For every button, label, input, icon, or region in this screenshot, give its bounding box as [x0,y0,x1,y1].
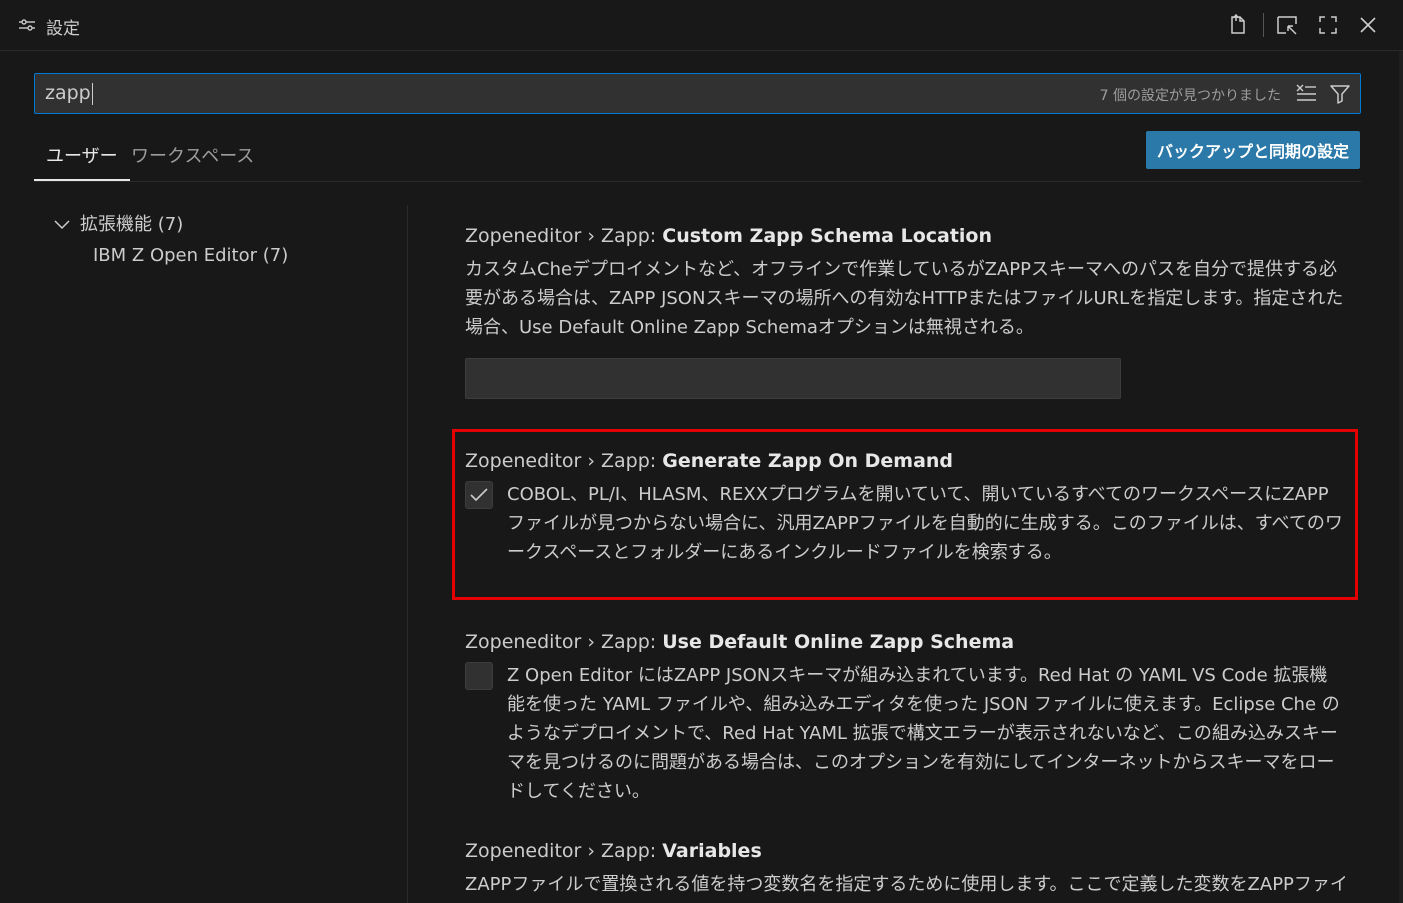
editor-tab-bar: 設定 [0,0,1403,51]
setting-variables: Zopeneditor › Zapp: Variables ZAPPファイルで置… [465,840,1345,899]
toolbar-divider [1263,13,1264,37]
setting-title: Zopeneditor › Zapp: Variables [465,840,762,862]
close-icon[interactable] [1355,12,1381,38]
editor-title[interactable]: 設定 [46,14,80,39]
tab-user[interactable]: ユーザー [34,142,130,181]
filter-icon[interactable] [1328,82,1352,106]
setting-title: Zopeneditor › Zapp: Use Default Online Z… [465,631,1015,653]
use-default-schema-checkbox[interactable] [465,662,493,690]
setting-description: Z Open Editor にはZAPP JSONスキーマが組み込まれています。… [507,665,1340,802]
backup-sync-button[interactable]: バックアップと同期の設定 [1146,131,1360,169]
setting-custom-zapp-schema-location: Zopeneditor › Zapp: Custom Zapp Schema L… [465,225,1345,399]
clear-filter-icon[interactable] [1294,82,1318,104]
chevron-down-icon [54,214,70,235]
setting-description: カスタムCheデプロイメントなど、オフラインで作業しているがZAPPスキーマへの… [465,259,1344,338]
setting-use-default-online-zapp-schema: Zopeneditor › Zapp: Use Default Online Z… [465,631,1345,806]
search-result-count: 7 個の設定が見つかりました [1099,88,1281,104]
split-editor-icon[interactable] [1274,12,1300,38]
setting-description: ZAPPファイルで置換される値を持つ変数名を指定するために使用します。ここで定義… [465,874,1345,895]
toc-group-label: 拡張機能 (7) [80,214,184,235]
sash-divider[interactable] [407,205,408,903]
open-json-icon[interactable] [1224,12,1250,38]
search-input[interactable]: zapp [45,82,93,105]
setting-title: Zopeneditor › Zapp: Custom Zapp Schema L… [465,225,993,247]
maximize-icon[interactable] [1315,12,1341,38]
text-caret [91,82,93,105]
settings-search-box[interactable]: zapp 7 個の設定が見つかりました [34,73,1361,114]
schema-location-input[interactable] [465,358,1121,399]
toc-item-ibm-z-open-editor[interactable]: IBM Z Open Editor (7) [93,245,288,266]
toc-group-extensions[interactable]: 拡張機能 (7) [54,210,183,236]
settings-sliders-icon [18,16,36,34]
tab-workspace[interactable]: ワークスペース [119,142,266,181]
highlight-box [452,429,1358,600]
vertical-scrollbar[interactable] [1399,51,1403,903]
